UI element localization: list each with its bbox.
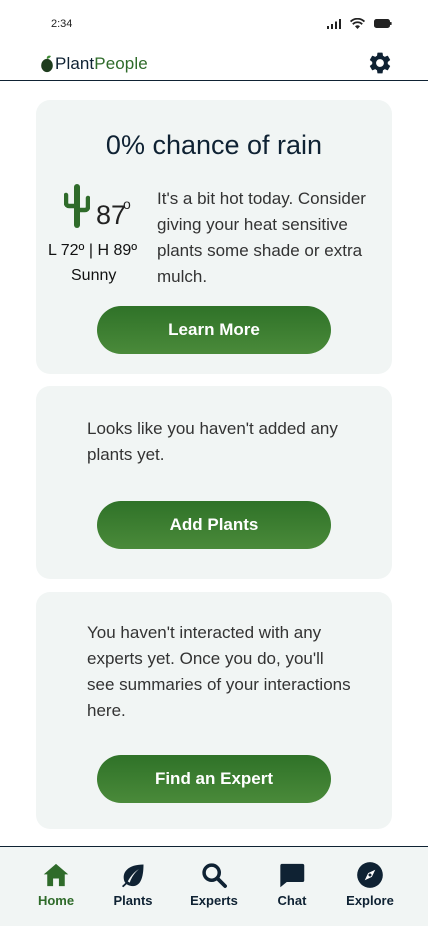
weather-tip: It's a bit hot today. Consider giving yo… [157, 189, 366, 286]
home-icon [43, 863, 69, 887]
wifi-icon [350, 18, 365, 29]
app-header: PlantPeople [0, 46, 428, 81]
signal-icon [327, 18, 341, 29]
find-expert-button[interactable]: Find an Expert [97, 755, 331, 803]
nav-label-experts: Experts [190, 893, 238, 908]
logo-text-plant: Plant [55, 54, 95, 73]
no-plants-message: Looks like you haven't added any plants … [87, 419, 338, 464]
nav-label-explore: Explore [346, 893, 394, 908]
rain-chance-title: 0% chance of rain [105, 130, 323, 160]
status-icons [327, 18, 392, 29]
app-logo: PlantPeople [41, 54, 148, 74]
status-time: 2:34 [51, 18, 73, 30]
experts-card: You haven't interacted with any experts … [36, 592, 392, 829]
chat-icon [280, 863, 305, 888]
nav-item-chat[interactable]: Chat [253, 861, 331, 908]
cactus-icon [64, 184, 90, 228]
temperature: 87 [96, 200, 127, 230]
nav-item-explore[interactable]: Explore [331, 861, 409, 908]
gear-icon [369, 52, 391, 74]
learn-more-button[interactable]: Learn More [97, 306, 331, 354]
nav-item-home[interactable]: Home [17, 861, 95, 908]
leaf-icon [121, 864, 144, 888]
bottom-nav: Home Plants Experts Chat Explore [0, 846, 428, 926]
low-high-temperature: L 72º | H 89º [48, 242, 138, 259]
settings-button[interactable] [367, 50, 393, 76]
search-icon [202, 863, 227, 888]
weather-card: 0% chance of rain 87 o L 72º | H 89º Sun… [36, 100, 392, 374]
leaf-logo-icon [41, 55, 53, 73]
nav-item-plants[interactable]: Plants [94, 861, 172, 908]
logo-text: PlantPeople [55, 54, 148, 74]
nav-label-home: Home [37, 893, 75, 908]
nav-label-chat: Chat [277, 893, 307, 908]
nav-label-plants: Plants [113, 893, 153, 908]
add-plants-button[interactable]: Add Plants [97, 501, 331, 549]
logo-text-people: People [94, 54, 148, 73]
status-bar: 2:34 [0, 0, 428, 46]
plants-card: Looks like you haven't added any plants … [36, 386, 392, 579]
weather-condition: Sunny [71, 267, 117, 284]
battery-icon [374, 19, 392, 28]
no-experts-message: You haven't interacted with any experts … [87, 623, 351, 720]
nav-item-experts[interactable]: Experts [175, 861, 253, 908]
temperature-unit: o [123, 196, 131, 212]
compass-icon [357, 862, 383, 888]
